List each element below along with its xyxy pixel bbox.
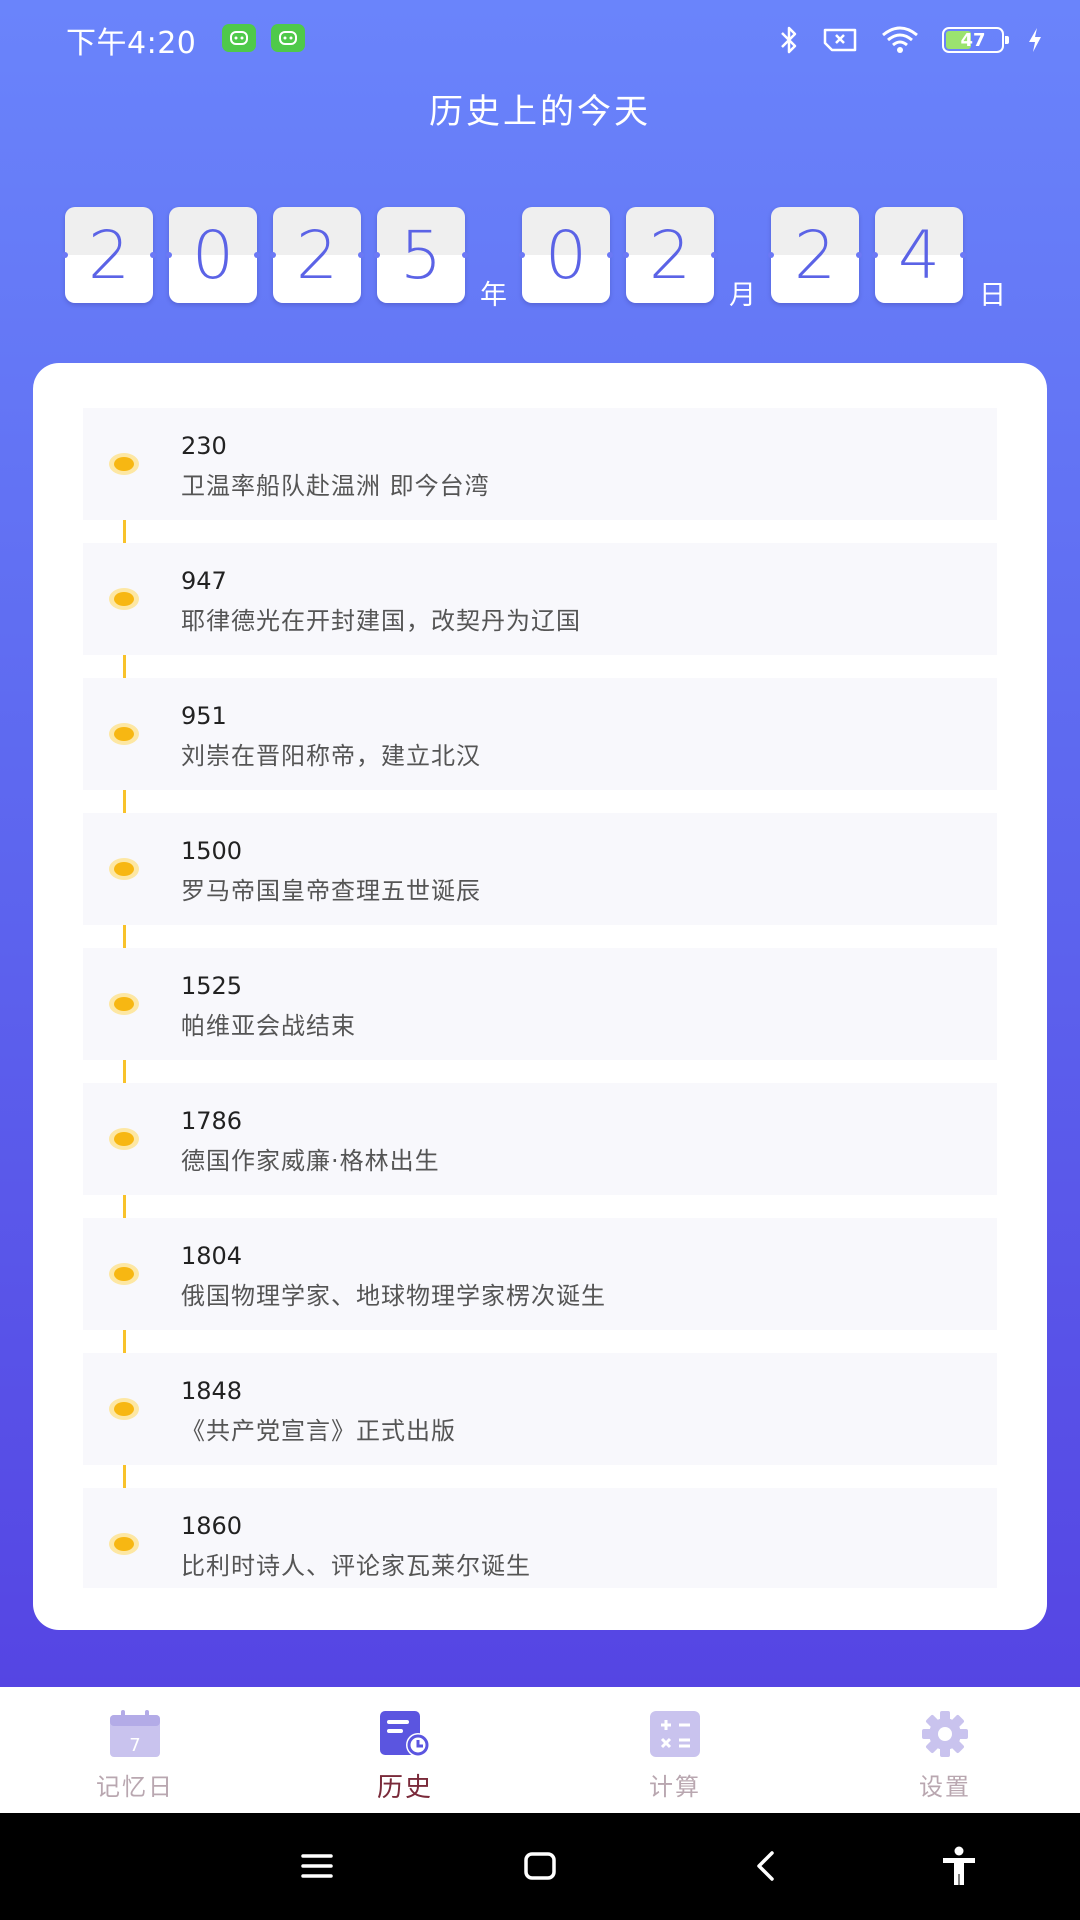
timeline-dot-icon [109, 858, 139, 880]
status-indicators: 47 [778, 22, 1044, 58]
nav-tab-memory-day[interactable]: 7 记忆日 [0, 1687, 270, 1813]
timeline-dot-icon [109, 1128, 139, 1150]
event-description: 卫温率船队赴温洲 即今台湾 [181, 472, 490, 500]
timeline-dot-icon [109, 1533, 139, 1555]
event-item[interactable]: 947 耶律德光在开封建国，改契丹为辽国 [83, 543, 997, 655]
event-year: 1804 [181, 1242, 243, 1270]
event-item[interactable]: 1804 俄国物理学家、地球物理学家楞次诞生 [83, 1218, 997, 1330]
event-description: 耶律德光在开封建国，改契丹为辽国 [181, 607, 581, 635]
charging-icon [1026, 26, 1044, 54]
nav-tab-settings[interactable]: 设置 [810, 1687, 1080, 1813]
nav-tab-history[interactable]: 历史 [270, 1687, 540, 1813]
event-year: 947 [181, 567, 227, 595]
nav-label: 记忆日 [96, 1773, 174, 1801]
day-digit: 2 [768, 207, 862, 303]
event-description: 比利时诗人、评论家瓦莱尔诞生 [181, 1552, 531, 1580]
event-year: 1860 [181, 1512, 243, 1540]
app-screen: 下午4:20 47 历史上的今天 2 0 2 5 年 0 2 月 2 4 日 2… [0, 0, 1080, 1687]
bottom-navigation: 7 记忆日 历史 计算 设置 [0, 1687, 1080, 1813]
nav-label: 计算 [649, 1773, 701, 1801]
timeline-dot-icon [109, 1398, 139, 1420]
event-description: 德国作家威廉·格林出生 [181, 1147, 440, 1175]
month-digit: 0 [519, 207, 613, 303]
event-description: 刘崇在晋阳称帝，建立北汉 [181, 742, 481, 770]
event-item[interactable]: 1525 帕维亚会战结束 [83, 948, 997, 1060]
page-title: 历史上的今天 [429, 92, 651, 132]
nav-tab-calculate[interactable]: 计算 [540, 1687, 810, 1813]
event-year: 1786 [181, 1107, 243, 1135]
back-icon[interactable] [744, 1843, 790, 1889]
accessibility-icon[interactable] [936, 1843, 982, 1889]
calendar-icon: 7 [110, 1710, 160, 1757]
timeline-dot-icon [109, 453, 139, 475]
battery-text: 47 [960, 29, 986, 51]
history-events-card: 230 卫温率船队赴温洲 即今台湾 947 耶律德光在开封建国，改契丹为辽国 9… [33, 363, 1047, 1630]
nav-label: 设置 [919, 1773, 971, 1801]
event-year: 951 [181, 702, 227, 730]
status-time: 下午4:20 [66, 26, 197, 61]
year-digit: 2 [270, 207, 364, 303]
status-bar: 下午4:20 47 [0, 0, 1080, 80]
wifi-icon [880, 25, 920, 55]
day-digit: 4 [872, 207, 966, 303]
year-unit: 年 [480, 280, 507, 311]
event-year: 230 [181, 432, 227, 460]
day-unit: 日 [979, 280, 1006, 311]
system-navigation-bar [0, 1813, 1080, 1920]
history-icon [380, 1711, 430, 1757]
app-notification-icon [271, 24, 305, 52]
event-item[interactable]: 230 卫温率船队赴温洲 即今台湾 [83, 408, 997, 520]
year-digit: 5 [374, 207, 468, 303]
event-year: 1525 [181, 972, 243, 1000]
event-description: 俄国物理学家、地球物理学家楞次诞生 [181, 1282, 606, 1310]
event-item[interactable]: 951 刘崇在晋阳称帝，建立北汉 [83, 678, 997, 790]
event-year: 1500 [181, 837, 243, 865]
event-item[interactable]: 1500 罗马帝国皇帝查理五世诞辰 [83, 813, 997, 925]
app-notification-icon [222, 24, 256, 52]
month-unit: 月 [729, 280, 756, 311]
battery-icon: 47 [942, 27, 1009, 53]
timeline-dot-icon [109, 588, 139, 610]
event-item[interactable]: 1860 比利时诗人、评论家瓦莱尔诞生 [83, 1488, 997, 1588]
nav-label: 历史 [376, 1773, 433, 1803]
year-digit: 0 [166, 207, 260, 303]
event-year: 1848 [181, 1377, 243, 1405]
home-icon[interactable] [517, 1843, 563, 1889]
event-item[interactable]: 1786 德国作家威廉·格林出生 [83, 1083, 997, 1195]
calculator-icon [650, 1711, 700, 1757]
timeline-dot-icon [109, 723, 139, 745]
date-display: 2 0 2 5 年 0 2 月 2 4 日 [0, 207, 1080, 311]
menu-icon[interactable] [294, 1843, 340, 1889]
event-description: 罗马帝国皇帝查理五世诞辰 [181, 877, 481, 905]
timeline-dot-icon [109, 1263, 139, 1285]
month-digit: 2 [623, 207, 717, 303]
event-description: 《共产党宣言》正式出版 [181, 1417, 456, 1445]
event-item[interactable]: 1848 《共产党宣言》正式出版 [83, 1353, 997, 1465]
year-digit: 2 [62, 207, 156, 303]
event-description: 帕维亚会战结束 [181, 1012, 356, 1040]
svg-text:7: 7 [129, 1735, 140, 1756]
sim-off-icon [822, 27, 858, 53]
bluetooth-icon [778, 24, 800, 56]
timeline-dot-icon [109, 993, 139, 1015]
gear-icon [922, 1711, 968, 1757]
